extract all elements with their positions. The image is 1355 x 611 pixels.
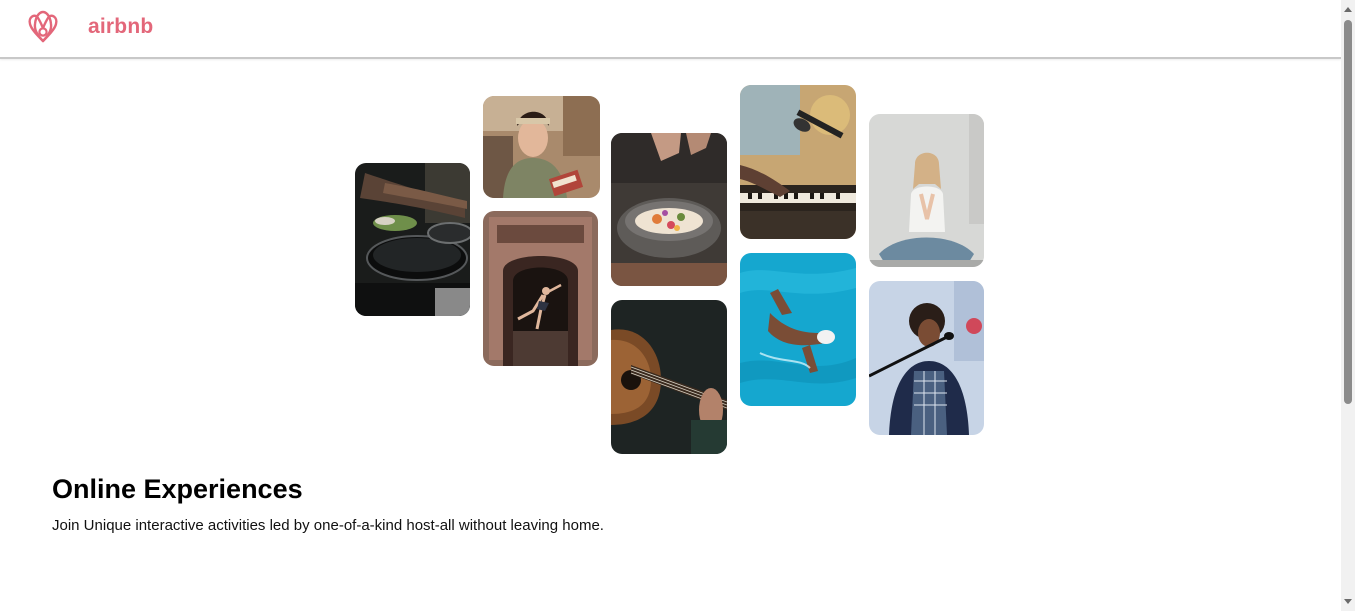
brand-name[interactable]: airbnb	[88, 15, 153, 39]
airbnb-logo-icon[interactable]	[26, 10, 60, 46]
navbar: airbnb	[0, 0, 1341, 59]
hero-title: Online Experiences	[52, 474, 303, 504]
photo-singer-microphone	[869, 281, 984, 435]
photo-woman-holding-box	[483, 96, 600, 198]
page: airbnb Online Experiences Join Unique in…	[0, 0, 1341, 611]
photo-cooking-pans	[355, 163, 470, 316]
scroll-down-arrow-icon[interactable]	[1341, 595, 1355, 609]
photo-dancer-doorway	[483, 211, 598, 366]
vertical-scrollbar[interactable]	[1341, 0, 1355, 611]
scroll-up-arrow-icon[interactable]	[1341, 2, 1355, 16]
photo-food-bowl	[611, 133, 727, 286]
scroll-thumb[interactable]	[1344, 20, 1352, 404]
photo-yoga-woman	[869, 114, 984, 267]
photo-piano-microphone	[740, 85, 856, 239]
photo-acoustic-guitar	[611, 300, 727, 454]
photo-swimmer-pool	[740, 253, 856, 406]
hero-subtitle: Join Unique interactive activities led b…	[52, 517, 604, 534]
